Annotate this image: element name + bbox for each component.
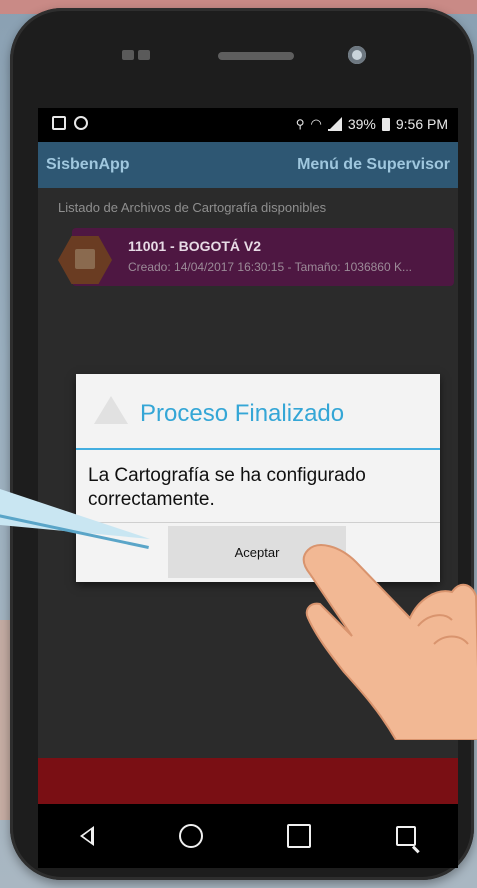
back-icon[interactable]	[80, 826, 95, 846]
app-title: SisbenApp	[46, 156, 130, 173]
status-bar: ⚲ ◠ 39% 9:56 PM	[38, 108, 458, 142]
battery-icon	[381, 117, 390, 131]
footer-band	[38, 758, 458, 804]
menu-icon[interactable]	[395, 826, 416, 846]
phone-frame: ⚲ ◠ 39% 9:56 PM SisbenApp Menú de Superv…	[10, 8, 474, 880]
supervisor-menu[interactable]: Menú de Supervisor	[297, 156, 450, 174]
pointing-hand	[302, 544, 477, 740]
location-icon: ⚲	[295, 117, 305, 131]
file-title: 11001 - BOGOTÁ V2	[128, 238, 262, 254]
app-bar: SisbenApp Menú de Supervisor	[38, 142, 458, 188]
file-meta: Creado: 14/04/2017 16:30:15 - Tamaño: 10…	[128, 260, 412, 274]
warning-icon	[94, 396, 128, 424]
list-item[interactable]	[72, 228, 454, 286]
front-camera	[348, 46, 366, 64]
dialog-divider	[76, 448, 440, 450]
recent-apps-icon[interactable]	[287, 824, 312, 848]
whatsapp-icon	[74, 116, 88, 130]
dialog-title: Proceso Finalizado	[140, 400, 345, 427]
wifi-icon: ◠	[310, 116, 322, 131]
earpiece	[218, 52, 294, 60]
file-icon-glyph	[75, 249, 95, 269]
clock: 9:56 PM	[395, 116, 448, 132]
battery-text: 39%	[347, 116, 376, 132]
phone-screen: ⚲ ◠ 39% 9:56 PM SisbenApp Menú de Superv…	[38, 108, 458, 868]
dialog-message: La Cartografía se ha configurado correct…	[88, 465, 366, 510]
image-icon	[52, 116, 66, 130]
navigation-bar	[38, 804, 458, 868]
signal-icon	[327, 117, 342, 131]
sensor-dots	[122, 50, 152, 62]
home-icon[interactable]	[178, 824, 203, 848]
list-heading: Listado de Archivos de Cartografía dispo…	[58, 200, 327, 215]
